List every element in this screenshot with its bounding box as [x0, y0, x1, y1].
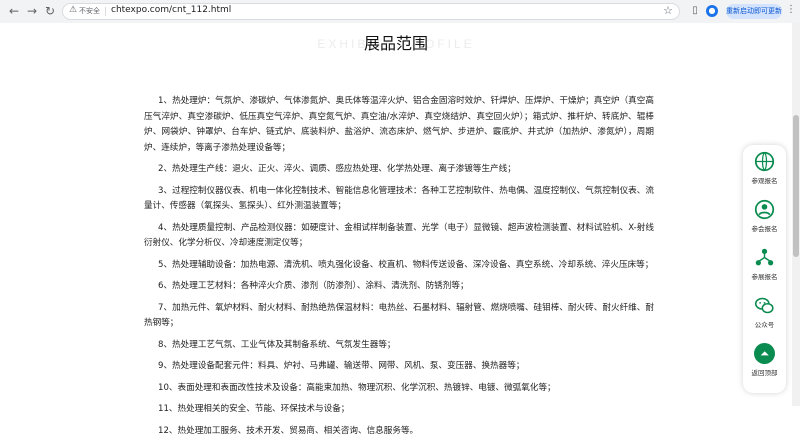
wechat-icon [754, 297, 774, 314]
profile-avatar-icon[interactable]: ● [706, 5, 718, 17]
list-item: 11、热处理相关的安全、节能、环保技术与设备； [158, 404, 350, 414]
side-panel-icon[interactable]: ▯ [688, 4, 702, 18]
conference-register-button[interactable]: 参会报名 [743, 193, 786, 243]
url-text[interactable]: chtexpo.com/cnt_112.html [111, 5, 231, 15]
exhibit-register-button[interactable]: 参展报名 [743, 241, 786, 291]
page-content: EXHIBITS PROFILE 展品范围 1、热处理炉：气氛炉、渗碳炉、气体渗… [0, 23, 792, 436]
official-account-button[interactable]: 公众号 [743, 289, 786, 339]
back-to-top-button[interactable]: ⏶ 返回顶部 [743, 337, 786, 387]
list-item: 5、热处理辅助设备：加热电源、清洗机、喷丸强化设备、校直机、物料传送设备、深冷设… [158, 259, 654, 270]
list-item: 3、过程控制仪器仪表、机电一体化控制技术、智能信息化管理技术：各种工艺控制软件、… [144, 185, 654, 212]
restart-update-button[interactable]: 重新启动即可更新 [726, 4, 782, 19]
section-heading: EXHIBITS PROFILE 展品范围 [0, 27, 792, 67]
side-item-label: 参展报名 [751, 273, 778, 281]
more-menu-icon[interactable]: ⋮ [786, 4, 796, 15]
side-item-label: 公众号 [754, 321, 775, 329]
exhibit-list: 1、热处理炉：气氛炉、渗碳炉、气体渗氮炉、奥氏体等温淬火炉、铝合金固溶时效炉、钎… [144, 94, 654, 445]
address-bar[interactable]: ⚠ 不安全 chtexpo.com/cnt_112.html ☆ [62, 3, 680, 20]
list-item: 1、热处理炉：气氛炉、渗碳炉、气体渗氮炉、奥氏体等温淬火炉、铝合金固溶时效炉、钎… [144, 96, 654, 153]
back-arrow-icon[interactable]: ← [6, 3, 22, 19]
warning-triangle-icon[interactable]: ⚠ [69, 5, 77, 15]
scrollbar-thumb[interactable] [793, 115, 799, 257]
side-item-label: 返回顶部 [751, 369, 778, 377]
list-item: 7、加热元件、氧炉材料、耐火材料、耐热绝热保温材料：电热丝、石墨材料、辐射管、燃… [144, 302, 654, 329]
person-register-icon [754, 199, 775, 220]
reload-icon[interactable]: ↻ [42, 3, 58, 19]
forward-arrow-icon[interactable]: → [24, 3, 40, 19]
network-register-icon [755, 248, 774, 266]
security-label[interactable]: 不安全 [79, 6, 100, 16]
back-to-top-icon: ⏶ [754, 343, 775, 364]
visit-register-button[interactable]: 参观报名 [743, 145, 786, 195]
list-item: 9、热处理设备配套元件：料具、炉衬、马弗罐、输送带、网带、风机、泵、变压器、换热… [158, 361, 525, 371]
side-item-label: 参观报名 [751, 177, 778, 185]
list-item: 8、热处理工艺气氛、工业气体及其制备系统、气氛发生器等； [158, 339, 396, 350]
page-title: 展品范围 [363, 34, 428, 53]
bookmark-star-icon[interactable]: ☆ [663, 4, 673, 17]
list-item: 10、表面处理和表面改性技术及设备：高能束加热、物理沉积、化学沉积、热镀锌、电镀… [158, 382, 556, 393]
list-item: 2、热处理生产线：退火、正火、淬火、调质、感应热处理、化学热处理、离子渗镀等生产… [158, 164, 516, 174]
list-item: 6、热处理工艺材料：各种淬火介质、渗剂（防渗剂）、涂料、清洗剂、防锈剂等； [158, 281, 469, 291]
browser-toolbar: ← → ↻ ⚠ 不安全 chtexpo.com/cnt_112.html ☆ ▯… [0, 0, 800, 24]
floating-side-panel: 参观报名 参会报名 参展报名 公众号 ⏶ 返回顶部 [743, 145, 786, 393]
side-item-label: 参会报名 [751, 225, 778, 233]
list-item: 4、热处理质量控制、产品检测仪器：如硬度计、金相试样制备装置、光学（电子）显微镜… [144, 222, 654, 249]
omnibox-divider [105, 7, 106, 16]
list-item: 12、热处理加工服务、技术开发、贸易商、相关咨询、信息服务等。 [158, 425, 419, 436]
globe-register-icon [754, 151, 775, 172]
page-scrollbar[interactable] [792, 23, 800, 406]
